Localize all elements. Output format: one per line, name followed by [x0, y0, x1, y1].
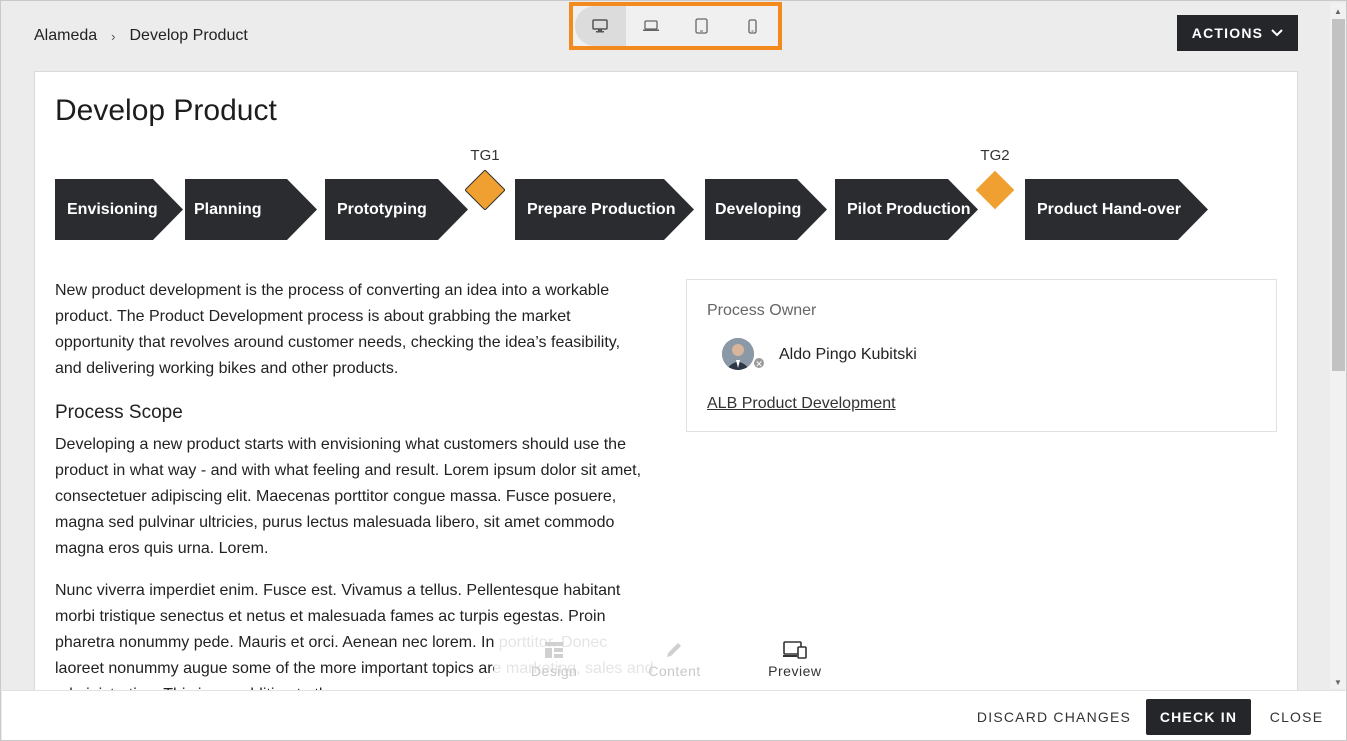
- close-button[interactable]: CLOSE: [1264, 699, 1329, 735]
- phase-label: Planning: [194, 201, 262, 218]
- owner-name[interactable]: Aldo Pingo Kubitski: [779, 346, 917, 364]
- scope-heading: Process Scope: [55, 402, 183, 423]
- avatar[interactable]: [722, 338, 754, 370]
- mode-switcher: Design Content Preview: [494, 630, 855, 690]
- tablet-icon: [695, 18, 709, 34]
- mode-label: Preview: [768, 663, 822, 679]
- page-title: Develop Product: [55, 94, 277, 127]
- actions-label: ACTIONS: [1191, 25, 1264, 41]
- phase-label: Developing: [715, 201, 802, 218]
- device-laptop-button[interactable]: [626, 6, 677, 46]
- remove-owner-icon[interactable]: ✕: [753, 357, 765, 369]
- process-page: Develop Product Envisioning Planning Pro…: [34, 71, 1298, 711]
- mode-label: Design: [530, 663, 578, 679]
- owner-org-link[interactable]: ALB Product Development: [707, 395, 896, 413]
- phase-label: Pilot Production: [847, 201, 971, 218]
- gate-diamond-icon: [974, 169, 1016, 211]
- gate-tg1[interactable]: TG1: [464, 147, 506, 215]
- gate-diamond-icon: [464, 169, 506, 211]
- breadcrumb: Alameda › Develop Product: [34, 27, 248, 45]
- phase-prototyping[interactable]: Prototyping: [325, 179, 468, 240]
- actions-button[interactable]: ACTIONS: [1177, 15, 1298, 51]
- discard-changes-button[interactable]: DISCARD CHANGES: [974, 699, 1134, 735]
- gate-label: TG2: [980, 147, 1010, 164]
- devices-icon: [782, 641, 807, 659]
- phase-envisioning[interactable]: Envisioning: [55, 179, 183, 240]
- scroll-down-arrow-icon[interactable]: ▼: [1334, 678, 1342, 687]
- design-icon: [545, 642, 564, 658]
- breadcrumb-separator: ›: [111, 28, 116, 44]
- gate-tg2[interactable]: TG2: [974, 147, 1016, 215]
- phase-planning[interactable]: Planning: [185, 179, 317, 240]
- phase-label: Product Hand-over: [1037, 201, 1182, 218]
- device-tablet-button[interactable]: [677, 6, 728, 46]
- person-avatar-icon: [722, 338, 754, 370]
- check-in-button[interactable]: CHECK IN: [1146, 699, 1251, 735]
- mode-label: Content: [648, 663, 701, 679]
- mode-content-button[interactable]: Content: [614, 630, 734, 690]
- pencil-icon: [667, 643, 682, 657]
- device-phone-button[interactable]: [727, 6, 778, 46]
- phase-label: Prototyping: [337, 201, 427, 218]
- phase-label: Prepare Production: [527, 201, 676, 218]
- owner-heading: Process Owner: [707, 302, 817, 319]
- breadcrumb-current: Develop Product: [129, 27, 248, 44]
- mode-preview-button[interactable]: Preview: [735, 630, 855, 690]
- phone-icon: [748, 18, 757, 34]
- phase-label: Envisioning: [67, 201, 158, 218]
- phase-developing[interactable]: Developing: [705, 179, 827, 240]
- device-desktop-button[interactable]: [575, 6, 626, 46]
- footer-bar: DISCARD CHANGES CHECK IN CLOSE: [2, 690, 1346, 740]
- desktop-icon: [592, 19, 609, 33]
- device-switcher: [569, 2, 782, 50]
- breadcrumb-root[interactable]: Alameda: [34, 27, 97, 45]
- laptop-icon: [643, 20, 660, 31]
- vertical-scrollbar[interactable]: ▲ ▼: [1330, 3, 1346, 689]
- scroll-up-arrow-icon[interactable]: ▲: [1334, 7, 1342, 16]
- mode-design-button[interactable]: Design: [494, 630, 614, 690]
- phase-prepare-production[interactable]: Prepare Production: [515, 179, 694, 240]
- phase-pilot-production[interactable]: Pilot Production: [835, 179, 978, 240]
- gate-label: TG1: [470, 147, 500, 164]
- app-window: Alameda › Develop Product ACTIONS ▲ ▼ De…: [0, 0, 1347, 741]
- scope-text-1: Developing a new product starts with env…: [55, 436, 642, 557]
- intro-text: New product development is the process o…: [55, 282, 621, 377]
- process-owner-panel: Process Owner ✕ Aldo Pingo Kubitski ALB …: [686, 279, 1277, 432]
- chevron-down-icon: [1271, 29, 1283, 37]
- scrollbar-thumb[interactable]: [1332, 19, 1345, 371]
- phase-product-hand-over[interactable]: Product Hand-over: [1025, 179, 1208, 240]
